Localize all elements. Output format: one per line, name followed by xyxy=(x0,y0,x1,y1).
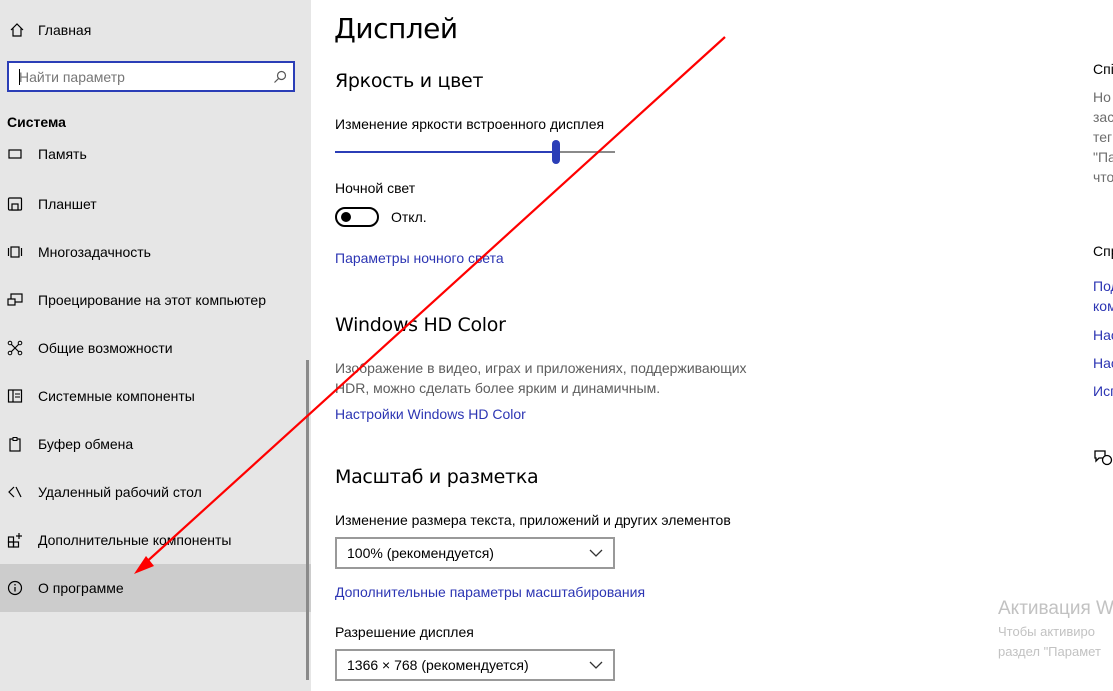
related-text-line: Но xyxy=(1093,89,1111,105)
sidebar-item-label: Память xyxy=(38,146,87,162)
resolution-dropdown-value: 1366 × 768 (рекомендуется) xyxy=(347,657,529,673)
slider-thumb[interactable] xyxy=(552,140,560,164)
resolution-label: Разрешение дисплея xyxy=(335,624,474,640)
sidebar-item-multitasking[interactable]: Многозадачность xyxy=(0,228,311,276)
sidebar-item-remote-desktop[interactable]: Удаленный рабочий стол xyxy=(0,468,311,516)
brightness-heading: Яркость и цвет xyxy=(335,70,484,92)
projecting-icon xyxy=(7,292,23,308)
sidebar-item-label: Проецирование на этот компьютер xyxy=(38,292,266,308)
help-link[interactable]: ком xyxy=(1093,298,1113,314)
help-link[interactable]: Нас xyxy=(1093,355,1113,371)
help-link[interactable]: Нас xyxy=(1093,327,1113,343)
search-icon[interactable] xyxy=(267,70,293,84)
sidebar-item-tablet[interactable]: Планшет xyxy=(0,180,311,228)
shared-experiences-icon xyxy=(7,340,23,356)
system-components-icon xyxy=(7,388,23,404)
search-box[interactable] xyxy=(7,61,295,92)
related-text-line: тег xyxy=(1093,129,1113,145)
sidebar-item-label: Дополнительные компоненты xyxy=(38,532,232,548)
help-link[interactable]: Под xyxy=(1093,278,1113,294)
sidebar-item-label: Буфер обмена xyxy=(38,436,134,452)
sidebar-item-label: Общие возможности xyxy=(38,340,173,356)
brightness-slider[interactable] xyxy=(335,140,615,164)
clipboard-icon xyxy=(7,436,23,452)
activation-watermark-line: раздел "Парамет xyxy=(998,644,1101,659)
hdr-description-line1: Изображение в видео, играх и приложениях… xyxy=(335,360,747,376)
activation-watermark-line: Чтобы активиро xyxy=(998,624,1096,639)
activation-watermark-title: Активация W xyxy=(998,598,1113,619)
sidebar-item-projecting[interactable]: Проецирование на этот компьютер xyxy=(0,276,311,324)
night-light-label: Ночной свет xyxy=(335,180,416,196)
help-heading: Спр xyxy=(1093,243,1113,259)
sidebar-item-label: Многозадачность xyxy=(38,244,151,260)
chevron-down-icon xyxy=(589,661,603,669)
sidebar: Главная Система Память Планшет Многозада… xyxy=(0,0,311,691)
sidebar-scrollbar[interactable] xyxy=(306,360,309,680)
scale-dropdown-value: 100% (рекомендуется) xyxy=(347,545,494,561)
related-text-line: зас xyxy=(1093,109,1113,125)
home-icon xyxy=(7,22,27,38)
advanced-scaling-link[interactable]: Дополнительные параметры масштабирования xyxy=(335,584,645,600)
sidebar-item-optional-features[interactable]: Дополнительные компоненты xyxy=(0,516,311,564)
hdr-heading: Windows HD Color xyxy=(335,314,506,336)
scale-heading: Масштаб и разметка xyxy=(335,466,539,488)
sidebar-item-memory[interactable]: Память xyxy=(0,138,311,164)
sidebar-item-label: Планшет xyxy=(38,196,97,212)
search-input[interactable] xyxy=(9,63,267,90)
info-icon xyxy=(7,580,23,596)
scale-label: Изменение размера текста, приложений и д… xyxy=(335,512,731,528)
sidebar-item-system-components[interactable]: Системные компоненты xyxy=(0,372,311,420)
slider-fill xyxy=(335,151,556,153)
related-text-line: что xyxy=(1093,169,1113,185)
home-label: Главная xyxy=(38,22,92,38)
sidebar-item-label: О программе xyxy=(38,580,124,596)
sidebar-item-label: Удаленный рабочий стол xyxy=(38,484,202,500)
hdr-settings-link[interactable]: Настройки Windows HD Color xyxy=(335,406,526,422)
multitasking-icon xyxy=(7,244,23,260)
text-cursor xyxy=(19,69,20,85)
sidebar-item-about[interactable]: О программе xyxy=(0,564,311,612)
section-title: Система xyxy=(7,114,66,130)
resolution-dropdown[interactable]: 1366 × 768 (рекомендуется) xyxy=(335,649,615,681)
hdr-description-line2: HDR, можно сделать более ярким и динамич… xyxy=(335,380,661,396)
remote-desktop-icon xyxy=(7,484,23,500)
feedback-icon[interactable] xyxy=(1093,449,1113,470)
page-title: Дисплей xyxy=(334,12,458,45)
night-light-settings-link[interactable]: Параметры ночного света xyxy=(335,250,504,266)
related-text-line: "Па xyxy=(1093,149,1113,165)
help-link[interactable]: Исг xyxy=(1093,383,1113,399)
main-content: Дисплей Яркость и цвет Изменение яркости… xyxy=(311,0,1113,691)
toggle-knob xyxy=(341,212,351,222)
sidebar-item-shared-experiences[interactable]: Общие возможности xyxy=(0,324,311,372)
home-nav-item[interactable]: Главная xyxy=(0,14,311,46)
tablet-icon xyxy=(7,196,23,212)
sidebar-item-clipboard[interactable]: Буфер обмена xyxy=(0,420,311,468)
related-heading: Спі xyxy=(1093,61,1113,77)
scale-dropdown[interactable]: 100% (рекомендуется) xyxy=(335,537,615,569)
night-light-state: Откл. xyxy=(391,209,427,225)
storage-icon xyxy=(7,146,23,162)
sidebar-item-label: Системные компоненты xyxy=(38,388,195,404)
chevron-down-icon xyxy=(589,549,603,557)
optional-features-icon xyxy=(7,532,23,548)
brightness-label: Изменение яркости встроенного дисплея xyxy=(335,116,605,132)
night-light-toggle[interactable] xyxy=(335,207,379,227)
